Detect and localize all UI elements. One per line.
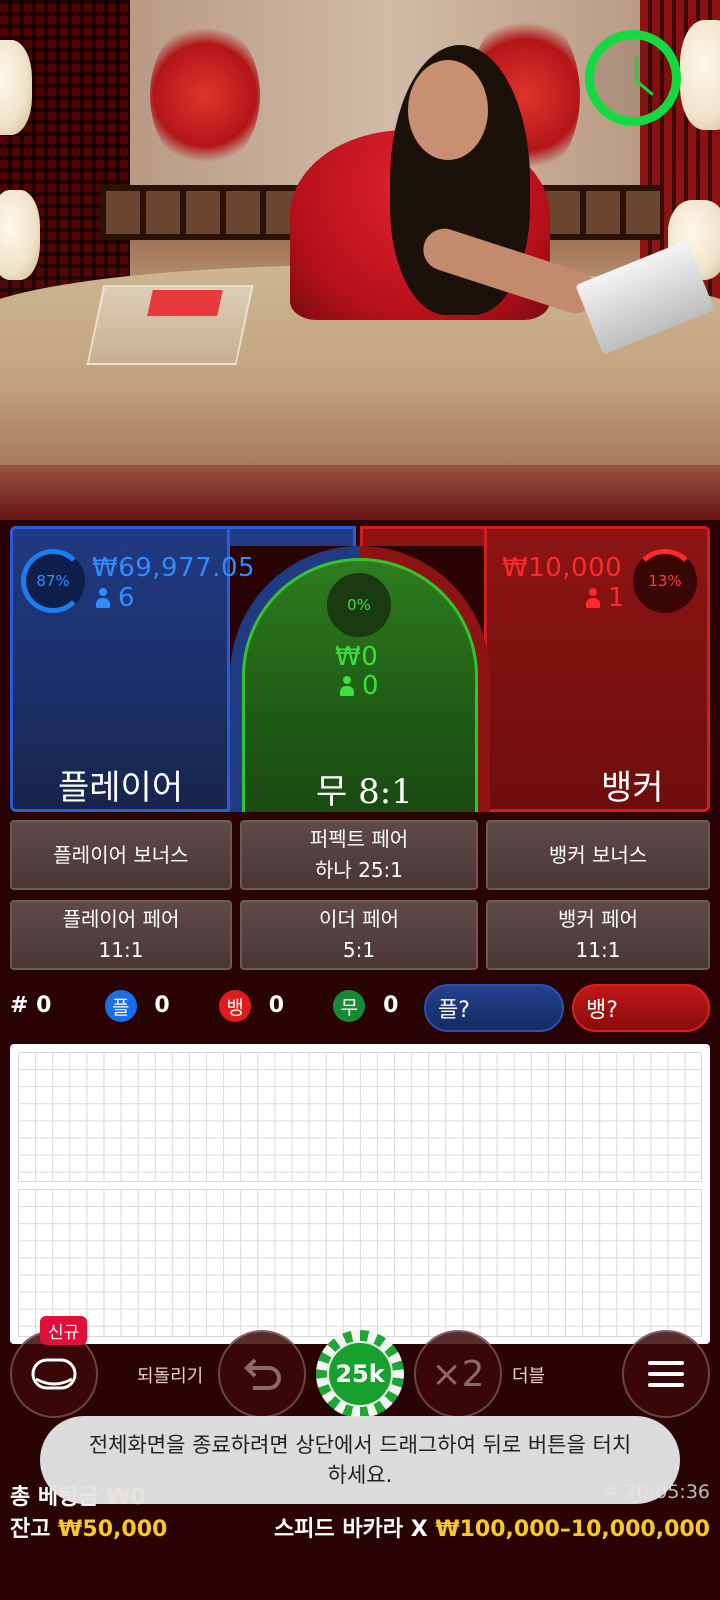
person-icon (586, 588, 600, 608)
chip-selector[interactable]: 25k (316, 1330, 404, 1418)
player-pair-button[interactable]: 플레이어 페어 11:1 (10, 900, 232, 970)
undo-icon (244, 1358, 281, 1390)
table-icon (31, 1358, 77, 1390)
lantern (0, 190, 40, 280)
clock-icon (585, 30, 681, 126)
player-wins-icon: 플 (104, 990, 137, 1022)
table-limits: 스피드 바카라 X ₩100,000–10,000,000 (274, 1511, 710, 1543)
chip-value: 25k (327, 1341, 393, 1407)
banker-wins-count: 0 (268, 993, 285, 1018)
menu-icon (648, 1361, 684, 1387)
banker-bettor-count: 1 (586, 583, 625, 613)
undo-button[interactable] (218, 1330, 306, 1418)
dealer-face (408, 60, 488, 160)
player-percent-ring: 87% (21, 549, 85, 613)
player-wins-count: 0 (154, 993, 170, 1018)
banker-percent-ring: 13% (633, 549, 697, 613)
either-pair-button[interactable]: 이더 페어 5:1 (240, 900, 478, 970)
round-count: # 0 (10, 993, 52, 1018)
blossom-decoration (150, 20, 260, 170)
balance: 잔고 ₩50,000 (10, 1511, 167, 1543)
undo-label: 되돌리기 (137, 1366, 204, 1387)
scoreboard-roadmap[interactable] (10, 1044, 710, 1344)
person-icon (340, 676, 354, 696)
card (147, 290, 223, 316)
table-name: 스피드 바카라 X (273, 1517, 428, 1542)
fullscreen-exit-toast: 전체화면을 종료하려면 상단에서 드래그하여 뒤로 버튼을 터치하세요. (40, 1416, 680, 1504)
lantern (0, 40, 32, 135)
banker-bonus-button[interactable]: 뱅커 보너스 (486, 820, 710, 890)
banker-label: 뱅커 (601, 768, 664, 808)
player-label: 플레이어 (58, 768, 184, 808)
player-predict-button[interactable]: 플? (424, 984, 564, 1032)
menu-button[interactable] (622, 1330, 710, 1418)
tie-wins-count: 0 (383, 993, 399, 1018)
derived-road-grid (18, 1189, 702, 1337)
perfect-pair-button[interactable]: 퍼펙트 페어 하나 25:1 (240, 820, 478, 890)
round-stats: # 0 플 0 뱅 0 무 0 (10, 990, 398, 1022)
tie-bet-amount: ₩0 (335, 642, 379, 672)
player-bettor-count: 6 (96, 583, 135, 613)
live-video-feed (0, 0, 720, 520)
tie-percent-ring: 0% (327, 573, 391, 637)
player-bet-amount: ₩69,977.05 (92, 553, 256, 583)
big-road-grid (18, 1052, 702, 1182)
player-bonus-button[interactable]: 플레이어 보너스 (10, 820, 232, 890)
tie-label: 무 8:1 (316, 772, 413, 812)
bet-limits: ₩100,000–10,000,000 (435, 1517, 710, 1542)
banker-predict-button[interactable]: 뱅? (572, 984, 710, 1032)
person-icon (96, 588, 110, 608)
balance-label: 잔고 (10, 1517, 51, 1542)
lantern (680, 20, 720, 130)
balance-value: ₩50,000 (58, 1517, 168, 1542)
double-button[interactable]: ×2 (414, 1330, 502, 1418)
banker-wins-icon: 뱅 (219, 990, 252, 1022)
tie-wins-icon: 무 (333, 990, 366, 1022)
tie-bettor-count: 0 (340, 671, 379, 701)
banker-pair-button[interactable]: 뱅커 페어 11:1 (486, 900, 710, 970)
new-badge: 신규 (40, 1316, 88, 1345)
banker-bet-amount: ₩10,000 (502, 553, 623, 583)
double-label: 더블 (512, 1366, 546, 1387)
